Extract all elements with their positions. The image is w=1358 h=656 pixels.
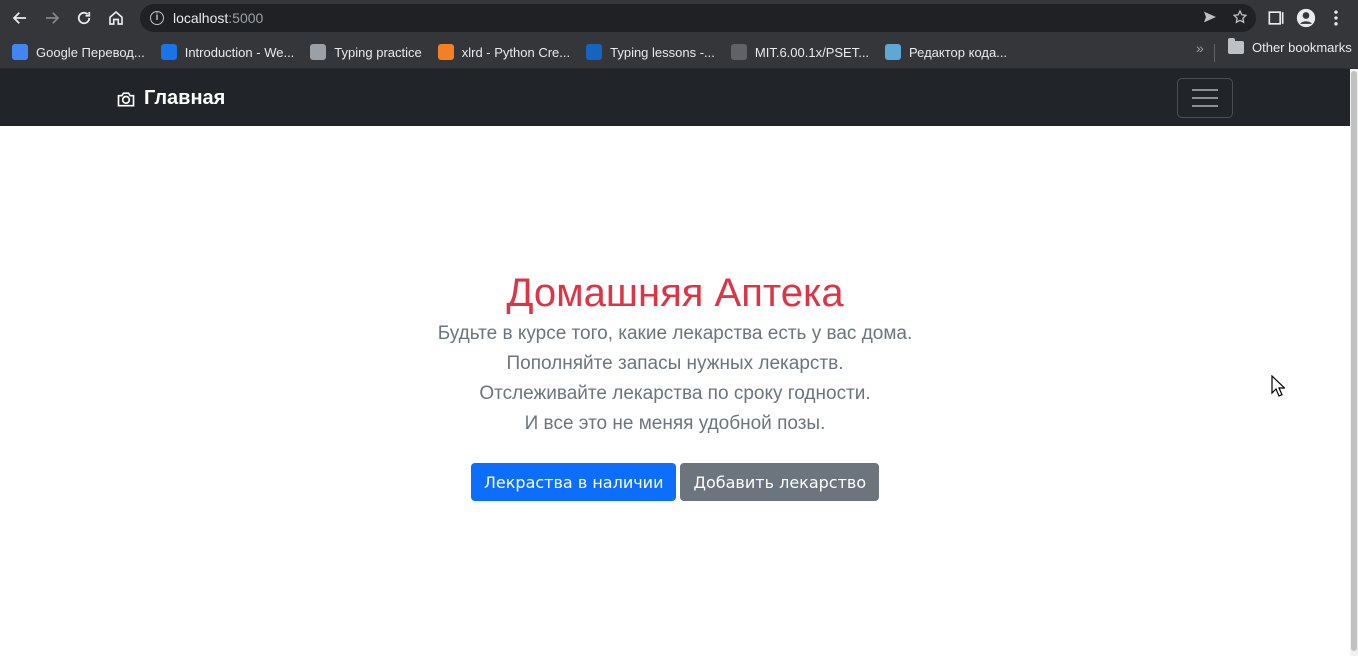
add-medicine-button[interactable]: Добавить лекарство (680, 463, 880, 501)
reload-icon (77, 11, 91, 25)
page-title: Домашняя Аптека (506, 271, 844, 315)
code-editor-icon (885, 44, 902, 60)
navbar: Главная (0, 69, 1350, 126)
navbar-toggler-button[interactable] (1177, 78, 1233, 118)
hero-section: Домашняя Аптека Будьте в курсе того, как… (0, 267, 1350, 501)
profile-avatar-icon[interactable] (1296, 8, 1316, 28)
hamburger-icon (1192, 89, 1218, 91)
bookmark-label: Редактор кода... (909, 44, 1008, 60)
scrollbar-thumb[interactable] (1351, 71, 1357, 651)
scrollbar[interactable] (1350, 69, 1358, 656)
hero-description: Будьте в курсе того, какие лекарства ест… (0, 319, 1350, 439)
brand-label: Главная (144, 87, 226, 109)
hero-line: Отслеживайте лекарства по сроку годности… (479, 383, 871, 404)
bookmark-item[interactable]: Typing practice (310, 40, 429, 64)
hero-line: И все это не меняя удобной позы. (524, 413, 826, 434)
browser-toolbar: i localhost:5000 (0, 0, 1358, 36)
medicines-in-stock-button[interactable]: Лекраства в наличии (470, 463, 677, 501)
typing-lessons-icon (586, 44, 603, 60)
bookmarks-overflow-icon[interactable]: » (1196, 40, 1204, 56)
arrow-right-icon (46, 12, 60, 24)
camera-icon (117, 91, 135, 106)
home-icon (109, 10, 123, 25)
keyboard-icon (310, 44, 327, 60)
site-info-icon[interactable]: i (150, 11, 164, 25)
bookmark-label: Introduction - We... (184, 44, 295, 60)
reload-button[interactable] (68, 2, 100, 34)
menu-kebab-icon[interactable] (1326, 8, 1346, 28)
bookmark-label: xlrd - Python Cre... (461, 44, 571, 60)
bookmarks-bar: Google Перевод... Introduction - We... Typ… (0, 36, 1358, 69)
send-icon[interactable] (1202, 9, 1218, 25)
back-button[interactable] (4, 2, 36, 34)
page-viewport: Главная Домашняя Аптека Будьте в курсе т… (0, 69, 1358, 656)
navbar-brand[interactable]: Главная (116, 87, 225, 110)
mouse-cursor-icon (1271, 375, 1285, 397)
reading-list-icon[interactable] (1266, 8, 1286, 28)
other-bookmarks-label: Other bookmarks (1252, 40, 1352, 55)
home-button[interactable] (100, 2, 132, 34)
address-bar[interactable]: i localhost:5000 (140, 4, 1256, 32)
forward-button[interactable] (36, 2, 68, 34)
bookmark-label: Typing lessons -... (610, 44, 715, 60)
url-text: localhost:5000 (173, 10, 264, 26)
other-bookmarks[interactable]: Other bookmarks (1228, 38, 1352, 55)
bookmarks-divider (1214, 44, 1215, 62)
bookmark-label: Google Перевод... (36, 44, 145, 60)
star-icon[interactable] (1232, 9, 1248, 25)
bookmark-item[interactable]: MIT.6.00.1x/PSET... (730, 40, 877, 64)
folder-icon (1228, 38, 1244, 54)
bookmark-item[interactable]: Редактор кода... (885, 40, 1015, 64)
github-icon (730, 44, 747, 60)
bookmark-label: MIT.6.00.1x/PSET... (754, 44, 870, 60)
bookmark-label: Typing practice (334, 44, 422, 60)
google-translate-icon (12, 44, 28, 60)
bookmark-item[interactable]: Typing lessons -... (586, 40, 723, 64)
bookmark-item[interactable]: xlrd - Python Cre... (437, 40, 578, 64)
infinity-icon (160, 44, 177, 60)
hero-line: Будьте в курсе того, какие лекарства ест… (437, 323, 913, 344)
hero-line: Пополняйте запасы нужных лекарств. (506, 353, 844, 374)
bookmark-item[interactable]: Google Перевод... (12, 40, 153, 64)
hero-buttons: Лекраства в наличии Добавить лекарство (0, 463, 1350, 501)
arrow-left-icon (12, 12, 26, 24)
stackoverflow-icon (437, 44, 454, 60)
bookmark-item[interactable]: Introduction - We... (160, 40, 303, 64)
